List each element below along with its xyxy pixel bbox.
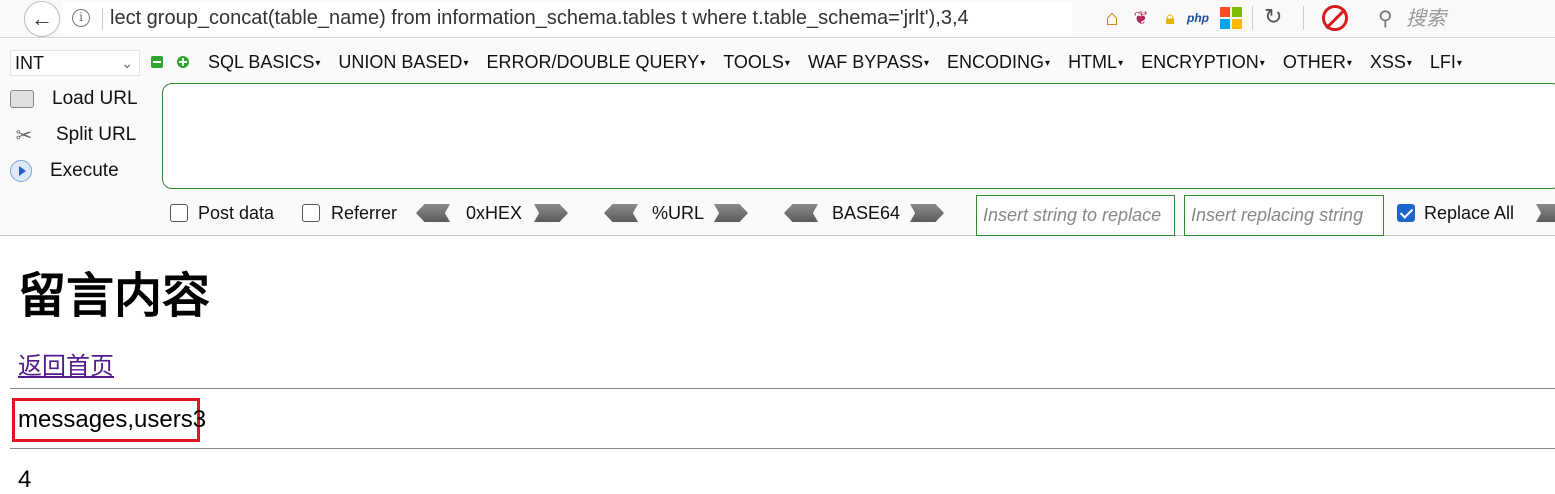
load-url-label: Load URL xyxy=(52,88,138,109)
menu-html[interactable]: HTML xyxy=(1068,52,1123,73)
url-textarea[interactable] xyxy=(162,83,1555,189)
post-data-label: Post data xyxy=(198,203,275,223)
menu-xss[interactable]: XSS xyxy=(1370,52,1412,73)
reload-icon[interactable]: ↻ xyxy=(1264,4,1282,30)
post-data-checkbox[interactable] xyxy=(170,204,188,222)
divider xyxy=(10,388,1555,389)
base64-decode-arrow-icon[interactable] xyxy=(784,204,818,222)
menu-encoding[interactable]: ENCODING xyxy=(947,52,1050,73)
referrer-checkbox[interactable] xyxy=(302,204,320,222)
base64-label: BASE64 xyxy=(832,203,901,223)
back-arrow-icon: ← xyxy=(31,6,53,31)
url-text[interactable]: lect group_concat(table_name) from infor… xyxy=(110,7,969,30)
menu-union-based[interactable]: UNION BASED xyxy=(338,52,468,73)
execute-button[interactable]: Execute xyxy=(10,156,119,186)
hackbar-menu: SQL BASICS UNION BASED ERROR/DOUBLE QUER… xyxy=(208,52,1480,73)
menu-waf-bypass[interactable]: WAF BYPASS xyxy=(808,52,929,73)
menu-lfi[interactable]: LFI xyxy=(1430,52,1462,73)
url-separator xyxy=(102,8,103,30)
play-icon xyxy=(10,160,32,182)
search-icon: ⚲ xyxy=(1378,8,1393,30)
url-encode-arrow-icon[interactable] xyxy=(714,204,748,222)
type-select-value: INT xyxy=(15,53,44,73)
split-url-label: Split URL xyxy=(56,124,137,145)
toolbar-separator xyxy=(1303,6,1304,30)
divider xyxy=(10,448,1555,449)
base64-encode-arrow-icon[interactable] xyxy=(910,204,944,222)
type-select[interactable]: INT ⌄ xyxy=(10,50,140,76)
chevron-down-icon: ⌄ xyxy=(121,55,133,71)
execute-label: Execute xyxy=(50,160,119,181)
home-icon[interactable]: ⌂ xyxy=(1100,6,1124,30)
hex-encode-arrow-icon[interactable] xyxy=(534,204,568,222)
windows-icon[interactable] xyxy=(1220,7,1242,29)
result-value: 3 xyxy=(192,406,207,433)
referrer-label: Referrer xyxy=(331,203,398,223)
hex-label: 0xHEX xyxy=(466,203,523,223)
replace-all-label: Replace All xyxy=(1424,203,1515,223)
menu-tools[interactable]: TOOLS xyxy=(723,52,790,73)
menu-other[interactable]: OTHER xyxy=(1283,52,1352,73)
result-row-2: 4 xyxy=(18,466,32,493)
scissors-icon: ✂ xyxy=(15,125,33,147)
noscript-icon[interactable] xyxy=(1322,5,1348,31)
decrease-button[interactable] xyxy=(151,56,163,68)
hackbar-panel: INT ⌄ SQL BASICS UNION BASED ERROR/DOUBL… xyxy=(0,39,1555,236)
browser-toolbar: ← i lect group_concat(table_name) from i… xyxy=(0,0,1555,38)
replace-string-input[interactable]: Insert string to replace xyxy=(976,195,1175,236)
php-icon[interactable]: php xyxy=(1187,6,1215,30)
addon-icons: ⌂ ❦ 🔒︎ php xyxy=(1100,4,1242,32)
menu-error-double-query[interactable]: ERROR/DOUBLE QUERY xyxy=(486,52,705,73)
url-decode-arrow-icon[interactable] xyxy=(604,204,638,222)
page-title: 留言内容 xyxy=(18,268,211,324)
back-button[interactable]: ← xyxy=(24,1,60,37)
toolbar-separator xyxy=(1252,6,1253,30)
search-input[interactable] xyxy=(1406,6,1546,30)
load-url-button[interactable]: Load URL xyxy=(10,84,138,114)
replacing-string-input[interactable]: Insert replacing string xyxy=(1184,195,1384,236)
replace-all-checkbox[interactable] xyxy=(1397,204,1415,222)
options-row: Post data Referrer 0xHEX %URL BASE64 Ins… xyxy=(170,194,1555,236)
url-bar[interactable]: i lect group_concat(table_name) from inf… xyxy=(62,2,1072,34)
page-content: 留言内容 返回首页 messages,users3 4 xyxy=(0,236,1555,494)
menu-sql-basics[interactable]: SQL BASICS xyxy=(208,52,320,73)
load-url-icon xyxy=(10,90,34,108)
replace-arrow-icon[interactable] xyxy=(1536,204,1555,222)
search-box[interactable]: ⚲ xyxy=(1368,2,1555,34)
split-url-button[interactable]: ✂ Split URL xyxy=(10,120,137,150)
increase-button[interactable] xyxy=(177,56,189,68)
feather-icon[interactable]: ❦ xyxy=(1129,6,1153,30)
result-highlighted-text: messages,users xyxy=(18,406,193,433)
url-encode-label: %URL xyxy=(652,203,705,223)
info-icon[interactable]: i xyxy=(72,9,90,27)
lock-icon[interactable]: 🔒︎ xyxy=(1158,6,1182,30)
home-link[interactable]: 返回首页 xyxy=(18,346,114,381)
hex-decode-arrow-icon[interactable] xyxy=(416,204,450,222)
result-row: messages,users3 xyxy=(18,406,206,434)
menu-encryption[interactable]: ENCRYPTION xyxy=(1141,52,1265,73)
